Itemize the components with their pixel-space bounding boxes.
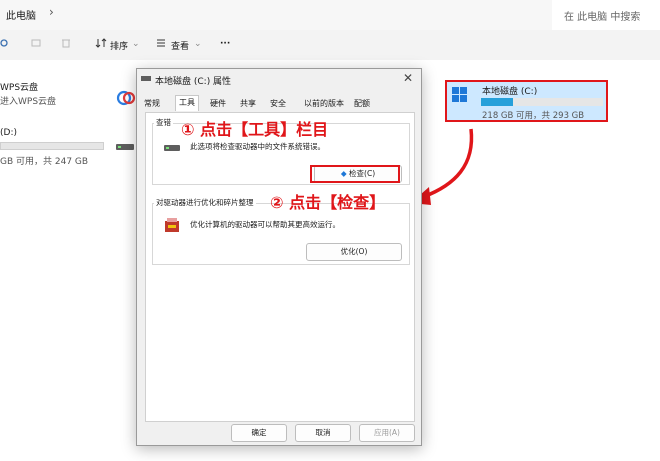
dialog-title: 本地磁盘 (C:) 属性 (155, 77, 232, 87)
chevron-down-icon: ⌄ (194, 39, 202, 49)
optimize-button[interactable]: 优化(O) (306, 243, 402, 261)
drive-d-bar (0, 142, 104, 150)
defrag-icon (165, 218, 179, 232)
optimize-label: 对驱动器进行优化和碎片整理 (154, 197, 256, 208)
drive-c-name: 本地磁盘 (C:) (482, 87, 538, 97)
error-check-description: 此选项将检查驱动器中的文件系统错误。 (190, 142, 325, 151)
close-icon[interactable]: ✕ (403, 71, 413, 85)
cancel-button[interactable]: 取消 (295, 424, 351, 442)
tab-general[interactable]: 常规 (141, 97, 163, 110)
toolbar: 排序 ⌄ 查看 ⌄ ··· (0, 30, 660, 60)
drive-icon (116, 144, 134, 150)
view-icon (157, 39, 165, 47)
annotation-step1: ① 点击【工具】栏目 (181, 120, 329, 139)
drive-icon (164, 145, 180, 151)
dialog-tabs: 常规 工具 硬件 共享 安全 以前的版本 配额 (141, 95, 417, 111)
error-check-label: 查错 (154, 117, 173, 128)
address-title[interactable]: 此电脑 (6, 7, 36, 22)
check-button-highlight (310, 165, 400, 183)
rename-icon[interactable] (30, 37, 42, 49)
more-button[interactable]: ··· (220, 39, 230, 49)
address-bar[interactable]: 此电脑 › 在 此电脑 中搜索 (0, 0, 660, 30)
tab-hardware[interactable]: 硬件 (207, 97, 229, 110)
annotation-step2: ② 点击【检查】 (270, 193, 386, 212)
search-placeholder: 在 此电脑 中搜索 (564, 12, 641, 23)
drive-d-name[interactable]: (D:) (0, 128, 17, 138)
tab-sharing[interactable]: 共享 (237, 97, 259, 110)
optimize-description: 优化计算机的驱动器可以帮助其更高效运行。 (190, 220, 340, 229)
wps-cloud-name[interactable]: WPS云盘 (0, 80, 38, 93)
tab-tools[interactable]: 工具 (175, 95, 199, 111)
tab-previous-versions[interactable]: 以前的版本 (301, 97, 347, 110)
share-icon[interactable] (0, 37, 12, 49)
sort-button[interactable]: 排序 (110, 39, 128, 52)
drive-c-usage-bar (481, 98, 603, 106)
chevron-down-icon: ⌄ (132, 39, 140, 49)
tab-security[interactable]: 安全 (267, 97, 289, 110)
chevron-right-icon[interactable]: › (49, 5, 54, 19)
wps-cloud-subtitle: 进入WPS云盘 (0, 97, 57, 107)
drive-icon (141, 76, 151, 81)
apply-button[interactable]: 应用(A) (359, 424, 415, 442)
drive-c-tile[interactable]: 本地磁盘 (C:) 218 GB 可用，共 293 GB (445, 80, 608, 122)
view-button[interactable]: 查看 (171, 39, 189, 52)
drive-c-usage-fill (481, 98, 513, 106)
windows-drive-icon (452, 87, 467, 102)
wps-cloud-icon (116, 90, 136, 106)
drive-c-size: 218 GB 可用，共 293 GB (482, 111, 585, 121)
ok-button[interactable]: 确定 (231, 424, 287, 442)
tools-panel: 查错 此选项将检查驱动器中的文件系统错误。 ◆ 检查(C) 对驱动器进行优化和碎… (145, 112, 415, 422)
tab-quota[interactable]: 配额 (351, 97, 373, 110)
search-box[interactable]: 在 此电脑 中搜索 (552, 0, 660, 30)
delete-icon[interactable] (60, 37, 72, 49)
drive-d-size: GB 可用，共 247 GB (0, 157, 89, 167)
sort-icon (95, 38, 107, 48)
